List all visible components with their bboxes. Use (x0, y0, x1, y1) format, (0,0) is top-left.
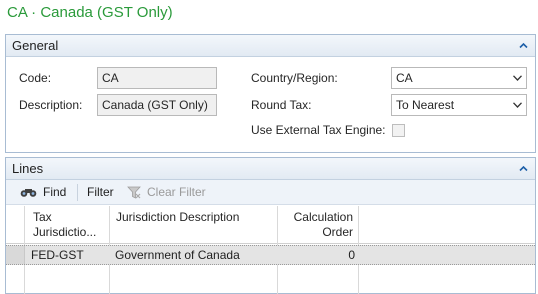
tax-jurisdiction-cell[interactable]: FED-GST (31, 248, 84, 262)
lines-grid: Tax Jurisdictio... Jurisdiction Descript… (6, 206, 535, 294)
external-tax-engine-checkbox[interactable] (392, 124, 405, 137)
filter-icon (127, 186, 141, 199)
round-tax-select[interactable]: To Nearest (391, 94, 527, 116)
round-tax-value: To Nearest (396, 98, 455, 112)
find-button[interactable]: Find (18, 183, 74, 202)
tax-jurisdiction-header-line1: Tax (33, 210, 52, 224)
calculation-order-header[interactable]: Calculation Order (286, 210, 353, 240)
country-region-label: Country/Region: (251, 71, 338, 85)
calculation-order-header-line1: Calculation (293, 210, 353, 224)
clear-filter-label: Clear Filter (147, 185, 206, 199)
table-row[interactable]: FED-GST Government of Canada 0 (6, 245, 535, 265)
find-label: Find (43, 185, 67, 199)
round-tax-label: Round Tax: (251, 98, 312, 112)
tax-jurisdiction-header-line2: Jurisdictio... (33, 225, 97, 239)
code-field[interactable]: CA (97, 67, 217, 89)
country-region-select[interactable]: CA (391, 67, 527, 89)
lines-panel-title: Lines (12, 161, 44, 176)
chevron-down-icon (513, 75, 522, 81)
row-selector[interactable] (6, 246, 25, 264)
binoculars-icon (20, 189, 37, 197)
general-panel: General Code: CA Description: Canada (GS… (5, 34, 536, 153)
calculation-order-cell[interactable]: 0 (286, 248, 355, 262)
toolbar-divider (77, 184, 78, 201)
clear-filter-button[interactable]: Clear Filter (126, 183, 206, 202)
page-title: CA · Canada (GST Only) (7, 4, 173, 21)
calculation-order-header-line2: Order (322, 225, 353, 239)
country-region-value: CA (396, 71, 413, 85)
general-panel-header[interactable]: General (6, 35, 535, 57)
collapse-up-icon[interactable] (519, 41, 528, 50)
lines-panel: Lines Find Filter Clear Filter Tax Juris… (5, 157, 536, 294)
filter-button[interactable]: Filter (87, 185, 114, 199)
lines-panel-header[interactable]: Lines (6, 158, 535, 180)
description-value: Canada (GST Only) (102, 98, 208, 112)
collapse-up-icon[interactable] (519, 164, 528, 173)
code-value: CA (102, 71, 119, 85)
chevron-down-icon (513, 102, 522, 108)
tax-jurisdiction-header[interactable]: Tax Jurisdictio... (33, 210, 96, 240)
jurisdiction-description-cell[interactable]: Government of Canada (115, 248, 240, 262)
external-tax-engine-label: Use External Tax Engine: (251, 123, 386, 137)
general-panel-title: General (12, 38, 59, 53)
description-field[interactable]: Canada (GST Only) (97, 94, 217, 116)
jurisdiction-description-header[interactable]: Jurisdiction Description (116, 210, 239, 225)
lines-toolbar: Find Filter Clear Filter (6, 180, 535, 205)
description-label: Description: (19, 98, 83, 112)
code-label: Code: (19, 71, 52, 85)
